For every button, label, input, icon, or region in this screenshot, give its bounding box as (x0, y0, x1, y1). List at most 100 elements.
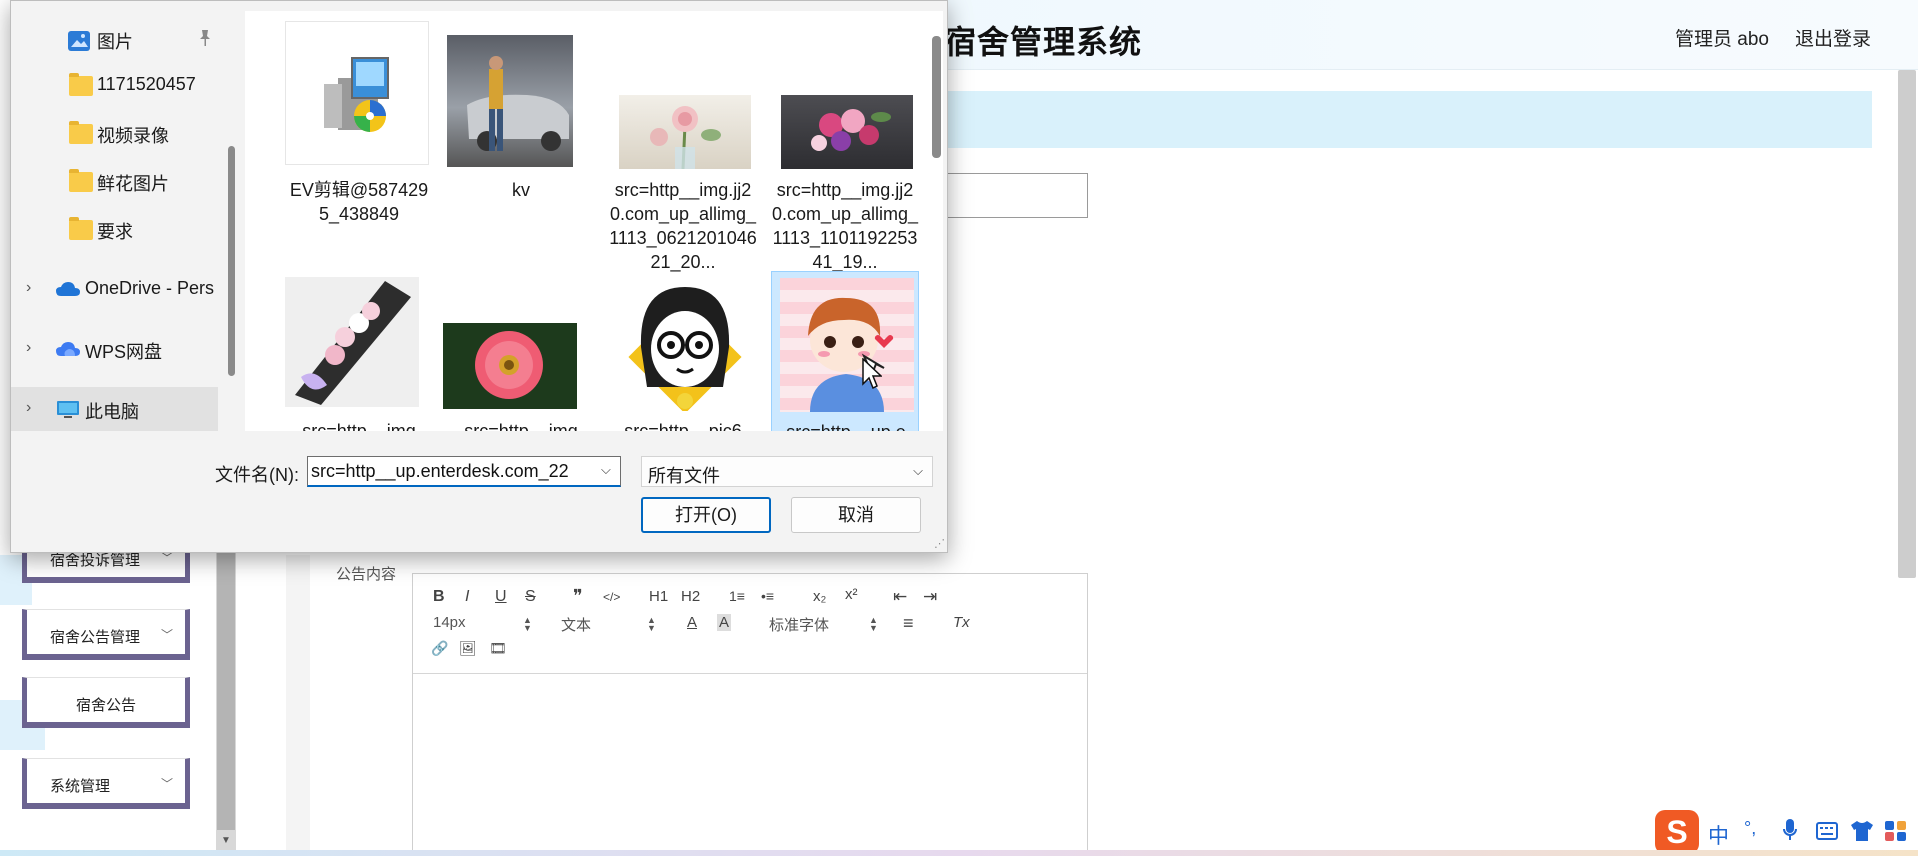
sidebar-item-system-management[interactable]: 系统管理 ﹀ (22, 758, 190, 809)
file-tile[interactable]: src=http__pic6 (609, 277, 757, 431)
chevron-down-icon: ﹀ (160, 777, 173, 791)
underline-button[interactable]: U (495, 588, 507, 606)
page-scrollbar-thumb[interactable] (1898, 70, 1916, 578)
nav-item-folder[interactable]: 视频录像 (11, 111, 219, 155)
align-button[interactable]: ≡ (903, 613, 914, 634)
ime-language-toggle[interactable]: 中 (1708, 820, 1729, 850)
file-name-input[interactable] (307, 456, 621, 487)
content-gutter (286, 555, 310, 856)
editor-toolbar: B I U S ❞ </> H1 H2 1≡ •≡ x₂ x² ⇤ ⇥ 14px… (413, 574, 1087, 674)
pictures-icon (67, 30, 91, 51)
chevron-right-icon[interactable]: › (26, 339, 31, 357)
image-button[interactable]: 🖼 (459, 640, 477, 657)
italic-button[interactable]: I (465, 588, 469, 606)
ordered-list-button[interactable]: 1≡ (729, 588, 745, 604)
video-button[interactable]: 🎞 (489, 640, 507, 657)
font-family-select[interactable]: 标准字体 ▲ ▼ (769, 614, 879, 635)
installer-icon (285, 21, 429, 165)
font-family-value: 标准字体 (769, 617, 830, 634)
toolbox-icon[interactable] (1884, 820, 1908, 848)
sidebar-item-label: 系统管理 (50, 778, 111, 795)
heading1-button[interactable]: H1 (649, 588, 668, 605)
microphone-icon[interactable] (1782, 818, 1798, 848)
mouse-cursor-icon (862, 357, 883, 395)
chevron-down-icon[interactable]: ⌵ (601, 462, 611, 478)
file-name: src=http__pic6 (624, 421, 742, 431)
subscript-button[interactable]: x₂ (813, 588, 826, 605)
roses-vase-photo (619, 95, 751, 169)
nav-item-label: WPS网盘 (85, 342, 163, 362)
nav-pane-scrollbar-thumb[interactable] (228, 146, 235, 376)
resize-grip-icon[interactable]: ⋰ (934, 537, 945, 550)
cartoon-girl-glasses (619, 277, 751, 411)
nav-item-onedrive[interactable]: › OneDrive - Pers (11, 267, 219, 311)
file-type-select[interactable]: 所有文件 ⌵ (641, 456, 933, 487)
open-button[interactable]: 打开(O) (641, 497, 771, 533)
bouquet-box-photo (285, 277, 419, 407)
file-name: src=http__img (464, 421, 578, 431)
this-pc-icon (55, 400, 79, 420)
keyboard-icon[interactable] (1816, 822, 1838, 846)
select-arrows-icon: ▲ ▼ (523, 615, 532, 633)
bold-button[interactable]: B (433, 588, 445, 606)
app-title: 宿舍管理系统 (944, 24, 1143, 60)
nav-item-label: 要求 (97, 222, 133, 242)
indent-button[interactable]: ⇥ (923, 587, 937, 607)
background-color-button[interactable]: A (717, 614, 732, 631)
file-tile-selected[interactable]: src=http__up.e (771, 271, 919, 431)
nav-item-label: 鲜花图片 (97, 174, 169, 194)
nav-item-label: 此电脑 (85, 402, 139, 422)
nav-item-this-pc[interactable]: › 此电脑 (11, 387, 218, 431)
pin-icon[interactable] (197, 29, 213, 51)
clear-format-button[interactable]: Tx (953, 614, 970, 631)
chevron-right-icon[interactable]: › (26, 399, 31, 417)
superscript-button[interactable]: x² (845, 586, 858, 603)
folder-icon (69, 217, 93, 240)
nav-item-folder[interactable]: 要求 (11, 207, 219, 251)
sidebar-item-label: 宿舍公告管理 (50, 629, 141, 646)
sidebar-item-notice[interactable]: 宿舍公告 (22, 677, 190, 728)
font-color-button[interactable]: A (687, 614, 697, 631)
outdent-button[interactable]: ⇤ (893, 587, 907, 607)
file-tile[interactable]: src=http__img.jj20.com_up_allimg_1113_11… (771, 21, 919, 272)
folder-icon (69, 169, 93, 192)
nav-item-folder[interactable]: 1171520457 (11, 63, 219, 107)
folder-icon (69, 121, 93, 144)
heading2-button[interactable]: H2 (681, 588, 700, 605)
file-tile[interactable]: kv (447, 21, 595, 251)
file-tile[interactable]: src=http__img (443, 277, 595, 431)
skin-icon[interactable] (1850, 820, 1874, 848)
sogou-ime-logo[interactable]: S (1655, 810, 1699, 854)
file-view-scrollbar-thumb[interactable] (932, 36, 941, 158)
nav-item-folder[interactable]: 鲜花图片 (11, 159, 219, 203)
sidebar-item-label: 宿舍公告 (75, 697, 136, 714)
blockquote-button[interactable]: ❞ (573, 586, 583, 607)
file-tile[interactable]: src=http__img (285, 277, 433, 431)
cancel-button[interactable]: 取消 (791, 497, 921, 533)
navigation-pane: 图片 1171520457 视频录像 鲜花图片 要求 › OneDrive - (11, 1, 228, 431)
chevron-down-icon: ﹀ (160, 628, 173, 642)
file-name: src=http__img.jj20.com_up_allimg_1113_06… (609, 180, 757, 272)
cartoon-boy-stripes (780, 278, 914, 412)
link-button[interactable]: 🔗 (431, 640, 448, 657)
file-tile[interactable]: EV剪辑@5874295_438849 (285, 21, 433, 251)
font-size-select[interactable]: 14px ▲ ▼ (433, 614, 533, 634)
editor-content-area[interactable] (413, 675, 1087, 855)
pink-gerbera-photo (443, 323, 577, 409)
chevron-right-icon[interactable]: › (26, 279, 31, 297)
nav-item-label: 图片 (97, 32, 133, 52)
code-block-button[interactable]: </> (603, 590, 620, 604)
file-name: kv (512, 180, 530, 200)
file-list-view: EV剪辑@5874295_438849 kv src=http__img.jj2… (245, 11, 943, 431)
scroll-down-arrow-icon[interactable]: ▼ (217, 832, 235, 850)
strike-button[interactable]: S (525, 588, 536, 606)
file-name-label: 文件名(N): (215, 465, 299, 485)
bullet-list-button[interactable]: •≡ (761, 588, 774, 604)
file-tile[interactable]: src=http__img.jj20.com_up_allimg_1113_06… (609, 21, 757, 272)
sidebar-item-notice-management[interactable]: 宿舍公告管理 ﹀ (22, 609, 190, 660)
logout-link[interactable]: 退出登录 (1795, 24, 1871, 51)
ime-punctuation-toggle[interactable]: °, (1744, 818, 1756, 839)
nav-item-pictures[interactable]: 图片 (11, 17, 219, 61)
header-select[interactable]: 文本 ▲ ▼ (561, 614, 656, 635)
nav-item-wps-cloud[interactable]: › WPS网盘 (11, 327, 219, 371)
